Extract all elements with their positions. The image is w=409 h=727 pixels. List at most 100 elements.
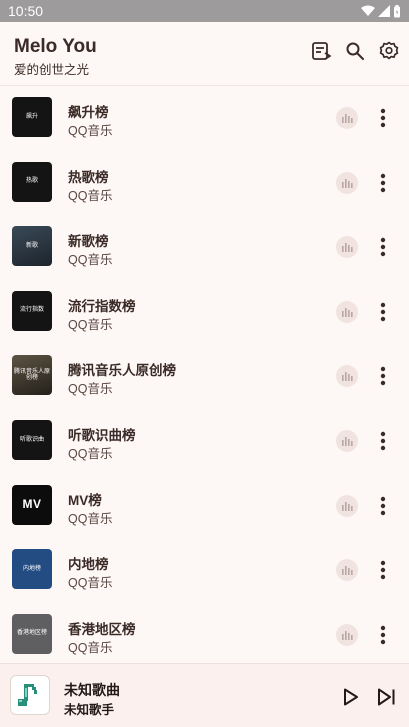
battery-icon: [394, 4, 400, 17]
play-chart-button[interactable]: [336, 236, 358, 259]
chart-cover: 飙升: [12, 97, 52, 137]
status-icons: [361, 4, 401, 18]
mini-player[interactable]: 未知歌曲 未知歌手: [0, 663, 409, 727]
more-options-button[interactable]: [374, 107, 392, 129]
cover-label: 内地榜: [22, 565, 41, 572]
chart-title: 飙升榜: [68, 105, 109, 120]
play-button[interactable]: [339, 686, 361, 708]
chart-title: MV榜: [68, 492, 102, 508]
equalizer-icon: [342, 114, 353, 123]
song-title: 未知歌曲: [64, 682, 120, 698]
chart-title: 流行指数榜: [68, 298, 136, 314]
app-bar-actions: [309, 39, 401, 63]
chart-source: QQ音乐: [68, 253, 113, 268]
chart-source: QQ音乐: [68, 640, 113, 655]
chart-cover: 腾讯音乐人原创榜: [12, 355, 52, 396]
chart-source: QQ音乐: [68, 511, 113, 526]
more-vert-icon: [380, 173, 386, 192]
album-art[interactable]: [10, 675, 50, 715]
chart-title: 新歌榜: [68, 234, 109, 250]
cover-label: 香港地区榜: [16, 630, 47, 637]
list-item[interactable]: MV MV榜 QQ音乐: [0, 475, 409, 540]
chart-cover: 内地榜: [12, 549, 52, 590]
more-options-button[interactable]: [374, 624, 392, 646]
list-item[interactable]: 飙升 飙升榜 QQ音乐: [0, 87, 409, 152]
equalizer-icon: [342, 178, 353, 188]
play-chart-button[interactable]: [336, 107, 358, 129]
music-note-icon: [18, 684, 37, 706]
cover-label: 新歌: [25, 242, 38, 249]
playlist-button[interactable]: [309, 39, 333, 63]
more-options-button[interactable]: [374, 559, 392, 581]
play-chart-button[interactable]: [336, 429, 358, 452]
signal-icon: [378, 5, 390, 17]
equalizer-icon: [342, 436, 353, 446]
more-options-button[interactable]: [374, 430, 392, 452]
equalizer-icon: [342, 501, 353, 511]
equalizer-icon: [342, 243, 353, 253]
cover-label: 热歌: [25, 178, 38, 185]
cover-label: 飙升: [25, 113, 38, 120]
search-button[interactable]: [343, 39, 367, 63]
more-options-button[interactable]: [374, 301, 392, 323]
chart-title: 听歌识曲榜: [68, 427, 136, 443]
equalizer-icon: [342, 307, 353, 317]
play-chart-button[interactable]: [336, 494, 358, 517]
cover-label: 听歌识曲: [19, 436, 44, 443]
search-icon: [346, 42, 364, 60]
chart-title: 内地榜: [68, 557, 109, 573]
more-options-button[interactable]: [374, 365, 392, 387]
more-vert-icon: [380, 560, 386, 580]
equalizer-icon: [342, 566, 353, 576]
list-item[interactable]: 听歌识曲 听歌识曲榜 QQ音乐: [0, 410, 409, 475]
play-chart-button[interactable]: [336, 559, 358, 582]
wifi-icon: [361, 5, 375, 16]
chart-cover: 香港地区榜: [12, 613, 52, 654]
list-item[interactable]: 内地榜 内地榜 QQ音乐: [0, 539, 409, 604]
app-bar: Melo You 爱的创世之光: [0, 22, 409, 86]
app-title: Melo You: [14, 36, 97, 57]
list-item[interactable]: 香港地区榜 香港地区榜 QQ音乐: [0, 604, 409, 669]
more-options-button[interactable]: [374, 495, 392, 517]
list-item[interactable]: 流行指数 流行指数榜 QQ音乐: [0, 281, 409, 346]
equalizer-icon: [342, 630, 353, 640]
chart-source: QQ音乐: [68, 382, 113, 397]
chart-cover: 热歌: [12, 161, 52, 202]
more-vert-icon: [380, 302, 386, 321]
playlist-icon: [312, 42, 331, 60]
list-item[interactable]: 腾讯音乐人原创榜 腾讯音乐人原创榜 QQ音乐: [0, 345, 409, 410]
next-track-button[interactable]: [375, 686, 397, 708]
more-vert-icon: [380, 108, 386, 128]
chart-cover: 新歌: [12, 226, 52, 267]
more-vert-icon: [380, 625, 386, 644]
play-chart-button[interactable]: [336, 171, 358, 194]
cover-label: 流行指数: [19, 307, 44, 314]
settings-button[interactable]: [377, 39, 401, 63]
equalizer-icon: [342, 372, 353, 382]
status-bar: 10:50: [0, 0, 409, 22]
play-chart-button[interactable]: [336, 365, 358, 388]
more-vert-icon: [380, 431, 386, 451]
chart-source: QQ音乐: [68, 317, 113, 332]
app-subtitle: 爱的创世之光: [14, 63, 90, 77]
gear-icon: [379, 41, 399, 60]
more-vert-icon: [380, 496, 386, 515]
chart-title: 香港地区榜: [68, 621, 136, 637]
chart-cover: MV: [12, 484, 52, 525]
play-chart-button[interactable]: [336, 623, 358, 646]
chart-cover: 流行指数: [12, 290, 52, 331]
status-time: 10:50: [8, 3, 44, 19]
list-item[interactable]: 新歌 新歌榜 QQ音乐: [0, 216, 409, 281]
chart-title: 热歌榜: [68, 169, 109, 185]
skip-next-icon: [378, 688, 395, 706]
more-options-button[interactable]: [374, 172, 392, 194]
more-vert-icon: [380, 237, 386, 257]
chart-source: QQ音乐: [68, 446, 113, 461]
list-item[interactable]: 热歌 热歌榜 QQ音乐: [0, 152, 409, 217]
chart-source: QQ音乐: [68, 124, 113, 138]
chart-list: 飙升 飙升榜 QQ音乐 热歌 热歌榜 QQ音乐 新歌 新歌榜 QQ音乐 流行指数…: [0, 87, 409, 668]
more-vert-icon: [380, 367, 386, 386]
play-chart-button[interactable]: [336, 300, 358, 323]
cover-label: MV: [22, 496, 42, 511]
more-options-button[interactable]: [374, 236, 392, 258]
